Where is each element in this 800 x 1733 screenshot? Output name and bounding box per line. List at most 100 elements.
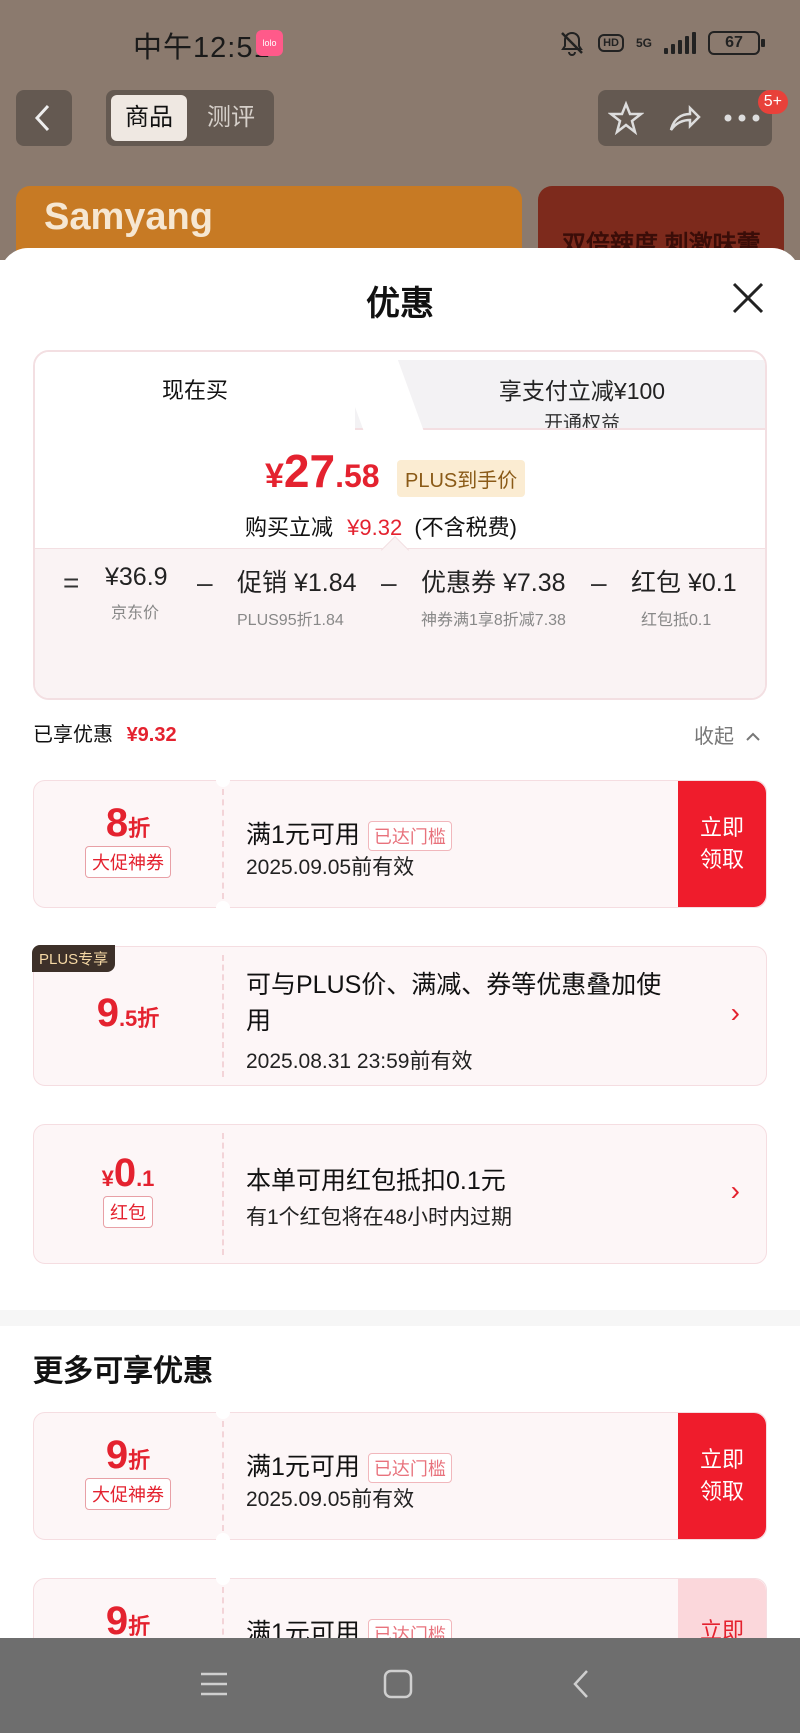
coupon-value-area: 9折 大促神券 [34,1413,222,1539]
breakdown-operator: – [381,567,397,598]
plus-price-tag: PLUS到手价 [397,460,526,497]
breakdown-value: 促销 ¥1.84 [237,569,357,597]
coupon-card: 8折 大促神券 满1元可用 已达门槛 2025.09.05前有效 立即领取 [33,773,767,915]
coupon-rate-unit: .1 [136,1166,155,1191]
threshold-badge: 已达门槛 [367,1453,452,1484]
breakdown-operator: – [591,567,607,598]
tab-product[interactable]: 商品 [111,95,187,141]
back-button[interactable] [16,90,72,146]
coupon-rate-main: 9 [105,1599,129,1638]
mute-bell-icon [561,31,583,56]
section-divider [0,1310,800,1326]
coupon-expiry: 2025.09.05前有效 [246,1488,415,1511]
home-icon[interactable] [382,1668,414,1700]
coupon-rate-unit: 折 [128,816,151,841]
product-tabs: 商品 测评 [106,90,274,146]
back-icon[interactable] [566,1668,598,1700]
tab-buy-now[interactable]: 现在买 [35,352,355,430]
status-time: 中午12:51 [133,32,271,64]
coupon-card: 9折 满1元可用 已达门槛 立即 [33,1571,767,1638]
signal-bars-icon [664,32,696,54]
coupon-notch [216,1571,230,1585]
claim-button-label: 立即 [699,1618,744,1638]
app-notification-icon: lolo [256,30,283,56]
price-breakdown: = ¥36.9 京东价 – 促销 ¥1.84 PLUS95折1.84 – 优惠券… [35,548,765,698]
price-decimal: .58 [335,458,380,494]
coupon-card[interactable]: ¥0.1 红包 本单可用红包抵扣0.1元 有1个红包将在48小时内过期 › [33,1124,767,1264]
threshold-badge: 已达门槛 [367,1619,452,1638]
collapse-label: 收起 [694,726,734,748]
coupon-rate-currency: ¥ [101,1166,114,1191]
coupon-card: 9折 大促神券 满1元可用 已达门槛 2025.09.05前有效 立即领取 [33,1405,767,1547]
coupon-rate: 8折 [34,801,222,846]
coupon-notch [216,901,230,915]
star-icon[interactable] [608,100,644,136]
menu-icon[interactable] [198,1668,230,1700]
coupon-divider [222,1421,224,1531]
final-price: ¥ 27 .58 [265,444,380,498]
coupon-divider [222,1133,224,1255]
claim-button[interactable]: 立即领取 [678,781,766,907]
breakdown-value: 红包 ¥0.1 [631,569,737,597]
battery-icon: 67 [708,31,765,55]
coupon-title: 满1元可用 已达门槛 [246,1613,452,1638]
coupon-label: 大促神券 [85,1478,171,1510]
top-navigation: 商品 测评 5+ [0,90,800,146]
coupon-notch [216,1405,230,1419]
breakdown-sub: PLUS95折1.84 [237,612,344,629]
brand-logo-text: Samyang [44,196,213,238]
coupon-expiry: 2025.08.31 23:59前有效 [246,1050,473,1073]
coupon-rate-unit: 折 [128,1614,151,1638]
action-group [598,90,772,146]
message-badge: 5+ [757,90,788,114]
coupon-value-area: 8折 大促神券 [34,781,222,907]
coupon-rate-main: 0 [113,1151,137,1195]
hd-icon: HD [598,34,624,52]
close-icon[interactable] [728,278,768,318]
more-icon[interactable] [722,106,762,130]
coupon-rate-unit: .5折 [118,1006,160,1031]
reduce-note: (不含税费) [414,515,517,540]
chevron-right-icon: › [730,1175,740,1206]
breakdown-item: 优惠券 ¥7.38 神券满1享8折减7.38 [421,563,581,632]
tab-review[interactable]: 测评 [196,95,266,141]
breakdown-operator: – [197,567,213,598]
chevron-left-icon [34,104,50,132]
coupon-expiry: 2025.09.05前有效 [246,856,415,879]
status-bar: 中午12:51 lolo HD 5G 67 [0,0,800,80]
chevron-right-icon: › [730,997,740,1028]
discount-sheet: 优惠 享支付立减¥100 开通权益 现在买 ¥ 27 .58 PLUS到手价 购… [0,248,800,1638]
coupon-value-area: ¥0.1 红包 [34,1125,222,1263]
price-currency: ¥ [265,457,284,495]
breakdown-operator: = [63,567,80,598]
collapse-button[interactable]: 收起 [694,720,762,749]
breakdown-sub: 京东价 [111,605,160,622]
breakdown-item: 红包 ¥0.1 红包抵0.1 [631,563,761,632]
coupon-rate: 9.5折 [34,991,222,1036]
claim-button[interactable]: 立即 [678,1579,766,1638]
breakdown-value: 优惠券 ¥7.38 [421,569,566,597]
coupon-title-text: 满1元可用 [246,1619,360,1638]
coupon-rate: ¥0.1 [34,1151,222,1196]
plus-only-badge: PLUS专享 [32,945,116,972]
coupon-title: 本单可用红包抵扣0.1元 [246,1167,506,1195]
system-nav-bar [0,1638,800,1733]
network-label: 5G [635,35,652,50]
coupon-label: 大促神券 [85,846,171,878]
coupon-notch [216,1533,230,1547]
threshold-badge: 已达门槛 [367,821,452,852]
chevron-up-icon [745,732,760,741]
saved-label: 已享优惠 [33,724,113,746]
coupon-notch [216,773,230,787]
coupon-rate-main: 8 [105,801,129,845]
reduce-line: 购买立减 ¥9.32 (不含税费) [245,510,517,542]
claim-button[interactable]: 立即领取 [678,1413,766,1539]
coupon-divider [222,789,224,899]
claim-button-label: 立即领取 [699,815,744,872]
coupon-rate: 9折 [34,1433,222,1478]
coupon-card[interactable]: 9.5折 PLUS专享 可与PLUS价、满减、券等优惠叠加使用 2025.08.… [32,945,767,1086]
coupon-title: 满1元可用 已达门槛 [246,1447,452,1484]
coupon-title: 满1元可用 已达门槛 [246,815,452,852]
share-icon[interactable] [666,100,702,136]
coupon-rate: 9折 [34,1599,222,1638]
